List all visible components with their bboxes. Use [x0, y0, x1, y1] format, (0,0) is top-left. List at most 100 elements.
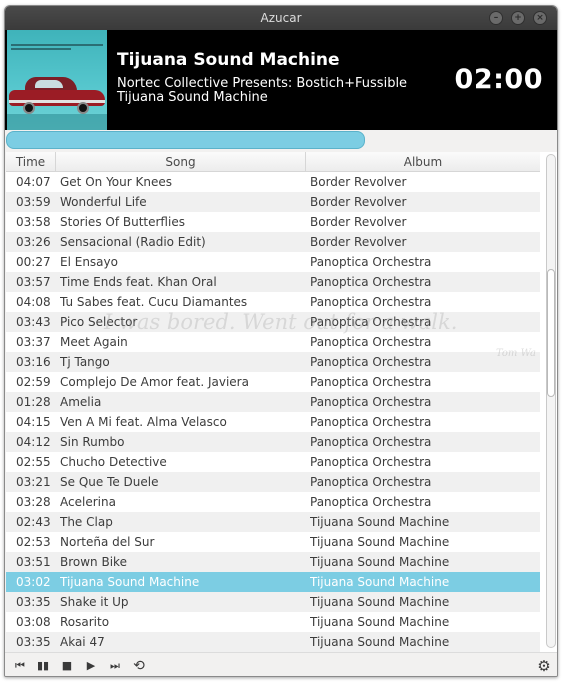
track-time: 03:37	[16, 335, 51, 349]
column-header: Time Song Album	[6, 152, 540, 172]
gear-icon[interactable]: ⚙	[533, 656, 555, 676]
track-album: Panoptica Orchestra	[310, 335, 432, 349]
track-list[interactable]: Time Song Album 04:07 Get On Your Knees Bo…	[6, 152, 557, 652]
table-row[interactable]: 04:15 Ven A Mi feat. Alma Velasco Panoptic…	[6, 412, 540, 432]
track-song: Amelia	[60, 395, 102, 409]
track-song: Chucho Detective	[60, 455, 167, 469]
column-time[interactable]: Time	[6, 152, 56, 172]
track-album: Panoptica Orchestra	[310, 435, 432, 449]
table-row[interactable]: 03:26 Sensacional (Radio Edit) Border Revo…	[6, 232, 540, 252]
table-row[interactable]: 03:43 Pico Selector Panoptica Orchestra	[6, 312, 540, 332]
window-title: Azucar	[260, 11, 302, 25]
track-time: 00:27	[16, 255, 51, 269]
table-row[interactable]: 03:28 Acelerina Panoptica Orchestra	[6, 492, 540, 512]
track-album: Panoptica Orchestra	[310, 295, 432, 309]
table-row[interactable]: 03:59 Wonderful Life Border Revolver	[6, 192, 540, 212]
scrollbar-thumb[interactable]	[547, 269, 555, 397]
close-button[interactable]: ×	[533, 11, 547, 25]
track-album: Panoptica Orchestra	[310, 355, 432, 369]
track-song: Tijuana Sound Machine	[60, 575, 200, 589]
track-album: Panoptica Orchestra	[310, 475, 432, 489]
track-album: Tijuana Sound Machine	[310, 635, 450, 649]
seek-progress[interactable]	[6, 131, 365, 149]
skip-forward-icon[interactable]: ⏭	[104, 656, 126, 676]
track-time: 02:43	[16, 515, 51, 529]
pause-icon[interactable]: ▮▮	[32, 656, 54, 676]
table-row[interactable]: 03:35 Akai 47 Tijuana Sound Machine	[6, 632, 540, 652]
track-song: Get On Your Knees	[60, 175, 172, 189]
track-album: Border Revolver	[310, 195, 407, 209]
scrollbar-track[interactable]	[546, 154, 556, 648]
column-song[interactable]: Song	[56, 152, 306, 172]
track-song: Time Ends feat. Khan Oral	[60, 275, 217, 289]
track-time: 03:26	[16, 235, 51, 249]
track-rows: 04:07 Get On Your Knees Border Revolver 03:…	[6, 172, 540, 652]
track-time: 03:35	[16, 595, 51, 609]
repeat-icon[interactable]: ⟲	[128, 656, 150, 676]
table-row[interactable]: 02:53 Norteña del Sur Tijuana Sound Machin…	[6, 532, 540, 552]
track-album: Panoptica Orchestra	[310, 455, 432, 469]
maximize-button[interactable]: +	[511, 11, 525, 25]
table-row[interactable]: 03:37 Meet Again Panoptica Orchestra	[6, 332, 540, 352]
track-album: Tijuana Sound Machine	[310, 515, 450, 529]
track-album: Panoptica Orchestra	[310, 415, 432, 429]
stop-icon[interactable]: ■	[56, 656, 78, 676]
skip-back-icon[interactable]: ⏮	[9, 656, 31, 676]
track-song: Acelerina	[60, 495, 116, 509]
table-row[interactable]: 04:07 Get On Your Knees Border Revolver	[6, 172, 540, 192]
track-time: 03:58	[16, 215, 51, 229]
elapsed-time: 02:00	[454, 64, 543, 95]
track-time: 03:35	[16, 635, 51, 649]
now-playing-album: Nortec Collective Presents: Bostich+Fuss…	[117, 76, 408, 91]
table-row[interactable]: 03:58 Stories Of Butterflies Border Revolv…	[6, 212, 540, 232]
table-row[interactable]: 02:59 Complejo De Amor feat. Javiera Panop…	[6, 372, 540, 392]
track-time: 03:43	[16, 315, 51, 329]
track-time: 04:07	[16, 175, 51, 189]
table-row[interactable]: 04:08 Tu Sabes feat. Cucu Diamantes Panopt…	[6, 292, 540, 312]
table-row[interactable]: 03:08 Rosarito Tijuana Sound Machine	[6, 612, 540, 632]
table-row[interactable]: 03:57 Time Ends feat. Khan Oral Panoptica …	[6, 272, 540, 292]
table-row[interactable]: 03:35 Shake it Up Tijuana Sound Machine	[6, 592, 540, 612]
vertical-scrollbar[interactable]	[542, 152, 557, 652]
track-time: 03:51	[16, 555, 51, 569]
track-time: 02:53	[16, 535, 51, 549]
track-album: Panoptica Orchestra	[310, 275, 432, 289]
track-song: Pico Selector	[60, 315, 138, 329]
track-song: Wonderful Life	[60, 195, 147, 209]
track-time: 03:08	[16, 615, 51, 629]
table-row[interactable]: 03:51 Brown Bike Tijuana Sound Machine	[6, 552, 540, 572]
track-song: Sensacional (Radio Edit)	[60, 235, 206, 249]
track-time: 03:16	[16, 355, 51, 369]
play-icon[interactable]: ▶	[80, 656, 102, 676]
table-row[interactable]: 04:12 Sin Rumbo Panoptica Orchestra	[6, 432, 540, 452]
track-time: 02:59	[16, 375, 51, 389]
column-album[interactable]: Album	[306, 152, 540, 172]
table-row-selected[interactable]: 03:02 Tijuana Sound Machine Tijuana Sound …	[6, 572, 540, 592]
table-row[interactable]: 03:16 Tj Tango Panoptica Orchestra	[6, 352, 540, 372]
minimize-button[interactable]: –	[489, 11, 503, 25]
now-playing-artist: Tijuana Sound Machine	[117, 90, 268, 105]
track-album: Border Revolver	[310, 235, 407, 249]
track-time: 03:28	[16, 495, 51, 509]
title-bar[interactable]: Azucar – + ×	[5, 6, 557, 30]
table-row[interactable]: 00:27 El Ensayo Panoptica Orchestra	[6, 252, 540, 272]
playback-controls: ⏮ ▮▮ ■ ▶ ⏭ ⟲ ⚙	[5, 652, 557, 676]
table-row[interactable]: 01:28 Amelia Panoptica Orchestra	[6, 392, 540, 412]
track-song: Meet Again	[60, 335, 128, 349]
track-album: Border Revolver	[310, 175, 407, 189]
track-song: Sin Rumbo	[60, 435, 125, 449]
track-song: Se Que Te Duele	[60, 475, 159, 489]
now-playing-title: Tijuana Sound Machine	[117, 50, 340, 70]
track-album: Tijuana Sound Machine	[310, 595, 450, 609]
track-time: 04:12	[16, 435, 51, 449]
app-window: Azucar – + × Tijuana Sound Machine Norte…	[4, 5, 558, 677]
table-row[interactable]: 02:43 The Clap Tijuana Sound Machine	[6, 512, 540, 532]
seek-bar[interactable]	[6, 130, 557, 150]
table-row[interactable]: 02:55 Chucho Detective Panoptica Orchestra	[6, 452, 540, 472]
track-song: Tj Tango	[60, 355, 110, 369]
track-song: Complejo De Amor feat. Javiera	[60, 375, 249, 389]
table-row[interactable]: 03:21 Se Que Te Duele Panoptica Orchestra	[6, 472, 540, 492]
track-time: 03:57	[16, 275, 51, 289]
track-album: Panoptica Orchestra	[310, 255, 432, 269]
track-album: Tijuana Sound Machine	[310, 615, 450, 629]
